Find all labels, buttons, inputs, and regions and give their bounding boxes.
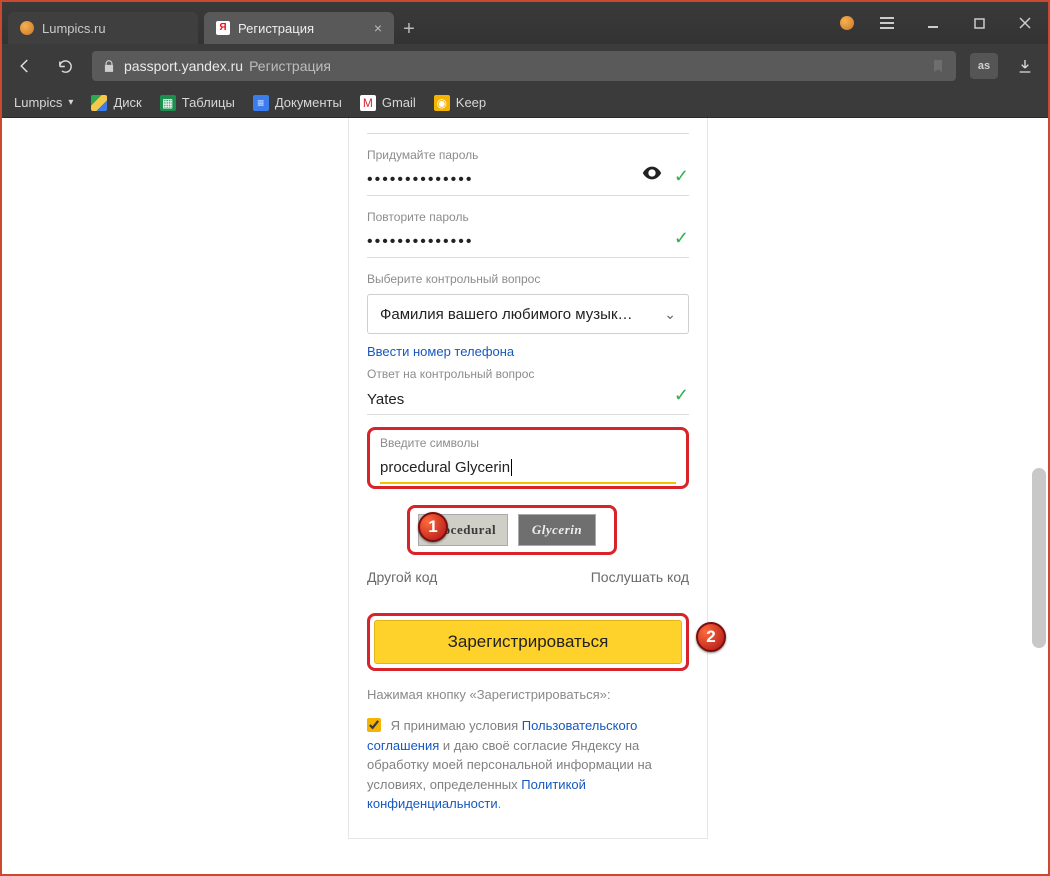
tab-title: Регистрация — [238, 21, 314, 36]
annotation-marker-1: 1 — [418, 512, 448, 542]
sheets-icon: ▦ — [160, 95, 176, 111]
extension-button[interactable]: as — [970, 53, 998, 79]
security-answer-label: Ответ на контрольный вопрос — [367, 367, 689, 381]
drive-icon — [91, 95, 107, 111]
bookmark-label: Таблицы — [182, 95, 235, 110]
chevron-down-icon: ▾ — [68, 97, 73, 108]
another-code-link[interactable]: Другой код — [367, 569, 437, 585]
bookmark-icon[interactable] — [930, 58, 946, 74]
bookmark-docs[interactable]: ≡ Документы — [253, 95, 342, 111]
bookmark-label: Keep — [456, 95, 486, 110]
close-window-button[interactable] — [1002, 2, 1048, 44]
check-icon: ✓ — [674, 228, 689, 249]
bookmark-lumpics[interactable]: Lumpics ▾ — [14, 95, 73, 110]
registration-form: Придумайте пароль •••••••••••••• ✓ Повто… — [348, 118, 708, 839]
security-answer-field[interactable]: Yates ✓ — [367, 381, 689, 415]
security-answer-value: Yates — [367, 391, 404, 408]
register-disclaimer: Нажимая кнопку «Зарегистрироваться»: — [367, 687, 689, 702]
minimize-button[interactable] — [910, 2, 956, 44]
bookmark-gmail[interactable]: M Gmail — [360, 95, 416, 111]
bookmark-disk[interactable]: Диск — [91, 95, 141, 111]
lock-icon — [102, 59, 116, 73]
captcha-input-value: procedural Glycerin — [380, 459, 510, 476]
tab-registration[interactable]: Я Регистрация × — [204, 12, 394, 44]
bookmark-label: Диск — [113, 95, 141, 110]
scrollbar-thumb[interactable] — [1032, 468, 1046, 648]
bookmark-label: Lumpics — [14, 95, 62, 110]
page-viewport: Придумайте пароль •••••••••••••• ✓ Повто… — [2, 118, 1048, 874]
bookmark-sheets[interactable]: ▦ Таблицы — [160, 95, 235, 111]
captcha-input[interactable]: procedural Glycerin — [380, 450, 676, 484]
address-path: Регистрация — [249, 58, 331, 74]
consent-prefix: Я принимаю условия — [391, 718, 522, 733]
consent-checkbox[interactable] — [367, 718, 381, 732]
captcha-input-highlight: Введите символы procedural Glycerin — [367, 427, 689, 489]
captcha-word-2: Glycerin — [518, 514, 596, 546]
bookmark-label: Gmail — [382, 95, 416, 110]
show-password-icon[interactable] — [641, 162, 663, 189]
address-domain: passport.yandex.ru — [124, 58, 243, 74]
consent-suffix: . — [498, 796, 502, 811]
check-icon: ✓ — [674, 166, 689, 187]
favicon-lumpics — [20, 21, 34, 35]
tab-bar: Lumpics.ru Я Регистрация × + — [2, 2, 1048, 44]
maximize-button[interactable] — [956, 2, 1002, 44]
back-button[interactable] — [12, 53, 38, 79]
register-button-highlight: 2 Зарегистрироваться — [367, 613, 689, 671]
security-question-value: Фамилия вашего любимого музык… — [380, 306, 633, 323]
address-bar[interactable]: passport.yandex.ru Регистрация — [92, 51, 956, 81]
bookmark-label: Документы — [275, 95, 342, 110]
reload-button[interactable] — [52, 53, 78, 79]
repeat-password-field[interactable]: •••••••••••••• ✓ — [367, 224, 689, 258]
text-caret — [511, 459, 512, 476]
check-icon: ✓ — [674, 385, 689, 406]
downloads-button[interactable] — [1012, 53, 1038, 79]
nav-bar: passport.yandex.ru Регистрация as — [2, 44, 1048, 88]
docs-icon: ≡ — [253, 95, 269, 111]
security-question-label: Выберите контрольный вопрос — [367, 272, 689, 286]
tab-lumpics[interactable]: Lumpics.ru — [8, 12, 198, 44]
tab-title: Lumpics.ru — [42, 21, 106, 36]
listen-code-link[interactable]: Послушать код — [591, 569, 689, 585]
repeat-password-value: •••••••••••••• — [367, 233, 473, 251]
keep-icon: ◉ — [434, 95, 450, 111]
new-tab-button[interactable]: + — [394, 14, 424, 44]
register-button[interactable]: Зарегистрироваться — [374, 620, 682, 664]
annotation-marker-2: 2 — [696, 622, 726, 652]
profile-avatar-icon[interactable] — [840, 16, 854, 30]
favicon-yandex: Я — [216, 21, 230, 35]
bookmark-keep[interactable]: ◉ Keep — [434, 95, 486, 111]
captcha-image-highlight: 1 procedural Glycerin — [407, 505, 617, 555]
captcha-input-label: Введите символы — [380, 436, 676, 450]
menu-button[interactable] — [864, 2, 910, 44]
bookmarks-bar: Lumpics ▾ Диск ▦ Таблицы ≡ Документы M G… — [2, 88, 1048, 118]
consent-text: Я принимаю условия Пользовательского сог… — [367, 716, 689, 814]
password-label: Придумайте пароль — [367, 148, 689, 162]
gmail-icon: M — [360, 95, 376, 111]
close-tab-icon[interactable]: × — [374, 20, 382, 36]
chevron-down-icon: ⌄ — [664, 306, 676, 323]
security-question-select[interactable]: Фамилия вашего любимого музык… ⌄ — [367, 294, 689, 334]
password-value: •••••••••••••• — [367, 171, 473, 189]
enter-phone-link[interactable]: Ввести номер телефона — [367, 344, 514, 359]
password-field[interactable]: •••••••••••••• ✓ — [367, 162, 689, 196]
repeat-password-label: Повторите пароль — [367, 210, 689, 224]
